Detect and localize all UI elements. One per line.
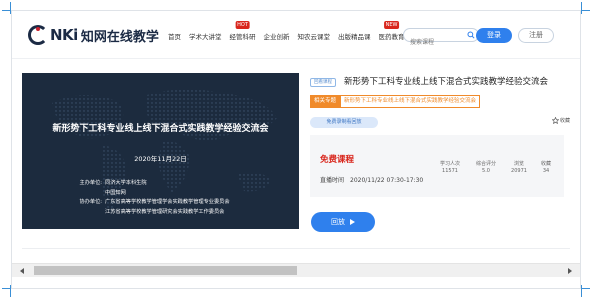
course-title: 新形势下工科专业线上线下混合式实践教学经验交流会 [344,77,549,87]
organizer-row: 中国知网 [105,189,126,196]
favorite-label: 收藏 [560,118,571,124]
favorite-button[interactable]: 收藏 [552,117,570,124]
logo-title: 知网在线教学 [80,29,159,45]
course-banner[interactable]: 新形势下工科专业线上线下混合式实践教学经验交流会 2020年11月22日 主办单… [22,73,299,229]
main-nav: 首页 学术大讲堂 HOT 经管科研 企业创新 知农云课堂 出版精品课 NEW 医药教… [164,21,409,41]
banner-organizers: 主办单位: 同济大学本科生院 中国知网 协办单位: 广东省高等学校教学管理学会实践教… [72,179,230,217]
organizer-row: 主办单位: 同济大学本科生院 [79,180,147,186]
nav-item-agri-cloud[interactable]: 知农云课堂 [294,31,335,41]
related-topic[interactable]: 相关专题 新形势下工科专业线上线下混合式实践教学经验交流会 [310,95,481,108]
organizer-row: 协办单位: 广东省高等学校教学管理学会实践教学管理专业委员会 [79,199,230,205]
banner-date: 2020年11月22日 [134,155,187,163]
stat-rating: 综合评分 5.0 [475,161,496,174]
logo-word: NKi [50,26,78,44]
page-frame: NKi 知网在线教学 首页 学术大讲堂 HOT 经管科研 企业创新 知农云课堂 出… [11,10,581,289]
nav-item-lecture[interactable]: 学术大讲堂 [185,31,226,41]
register-button[interactable]: 注册 [518,28,554,43]
section-divider [22,248,570,249]
horizontal-scrollbar[interactable] [12,263,580,277]
free-record-button[interactable]: 免费录制看回放 [310,117,378,128]
nav-item-home[interactable]: 首页 [164,31,185,41]
scrollbar-thumb[interactable] [34,266,297,275]
login-button[interactable]: 登录 [476,28,512,43]
nav-item-enterprise[interactable]: 企业创新 [260,31,294,41]
live-time: 直播时间 2020/11/22 07:30-17:30 [320,175,429,184]
live-time-value: 2020/11/22 07:30-17:30 [350,177,424,184]
nav-item-management[interactable]: HOT 经管科研 [226,21,260,41]
hot-badge: HOT [235,21,250,29]
star-icon [552,117,559,124]
replay-type-tag: 回看课程 [310,78,336,87]
banner-title: 新形势下工科专业线上线下混合式实践教学经验交流会 [52,124,269,134]
arrow-right-icon[interactable] [568,268,572,274]
play-icon [350,219,355,225]
related-topic-link[interactable]: 新形势下工科专业线上线下混合式实践教学经验交流会 [340,95,481,108]
stat-favorites: 收藏 34 [540,161,551,174]
site-logo[interactable]: NKi 知网在线教学 [28,24,159,46]
search-icon[interactable] [467,31,475,39]
related-topic-label: 相关专题 [310,95,341,108]
nav-item-publishing[interactable]: 出版精品课 [334,31,375,41]
course-stats-panel: 免费课程 直播时间 2020/11/22 07:30-17:30 学习人次 1157… [310,135,564,197]
stat-learners: 学习人次 11571 [439,161,460,174]
search-input[interactable] [410,36,468,49]
organizer-row: 江苏省高等学校教学管理研究会实践教学工作委员会 [105,208,225,215]
search-box [403,28,479,49]
replay-label: 回放 [331,218,345,226]
arrow-left-icon[interactable] [20,268,24,274]
new-badge: NEW [383,21,400,29]
site-header: NKi 知网在线教学 首页 学术大讲堂 HOT 经管科研 企业创新 知农云课堂 出… [12,11,580,59]
replay-button[interactable]: 回放 [311,212,375,232]
cnki-logo-icon [28,25,48,45]
live-time-label: 直播时间 [320,177,345,184]
free-course-label: 免费课程 [320,155,355,165]
